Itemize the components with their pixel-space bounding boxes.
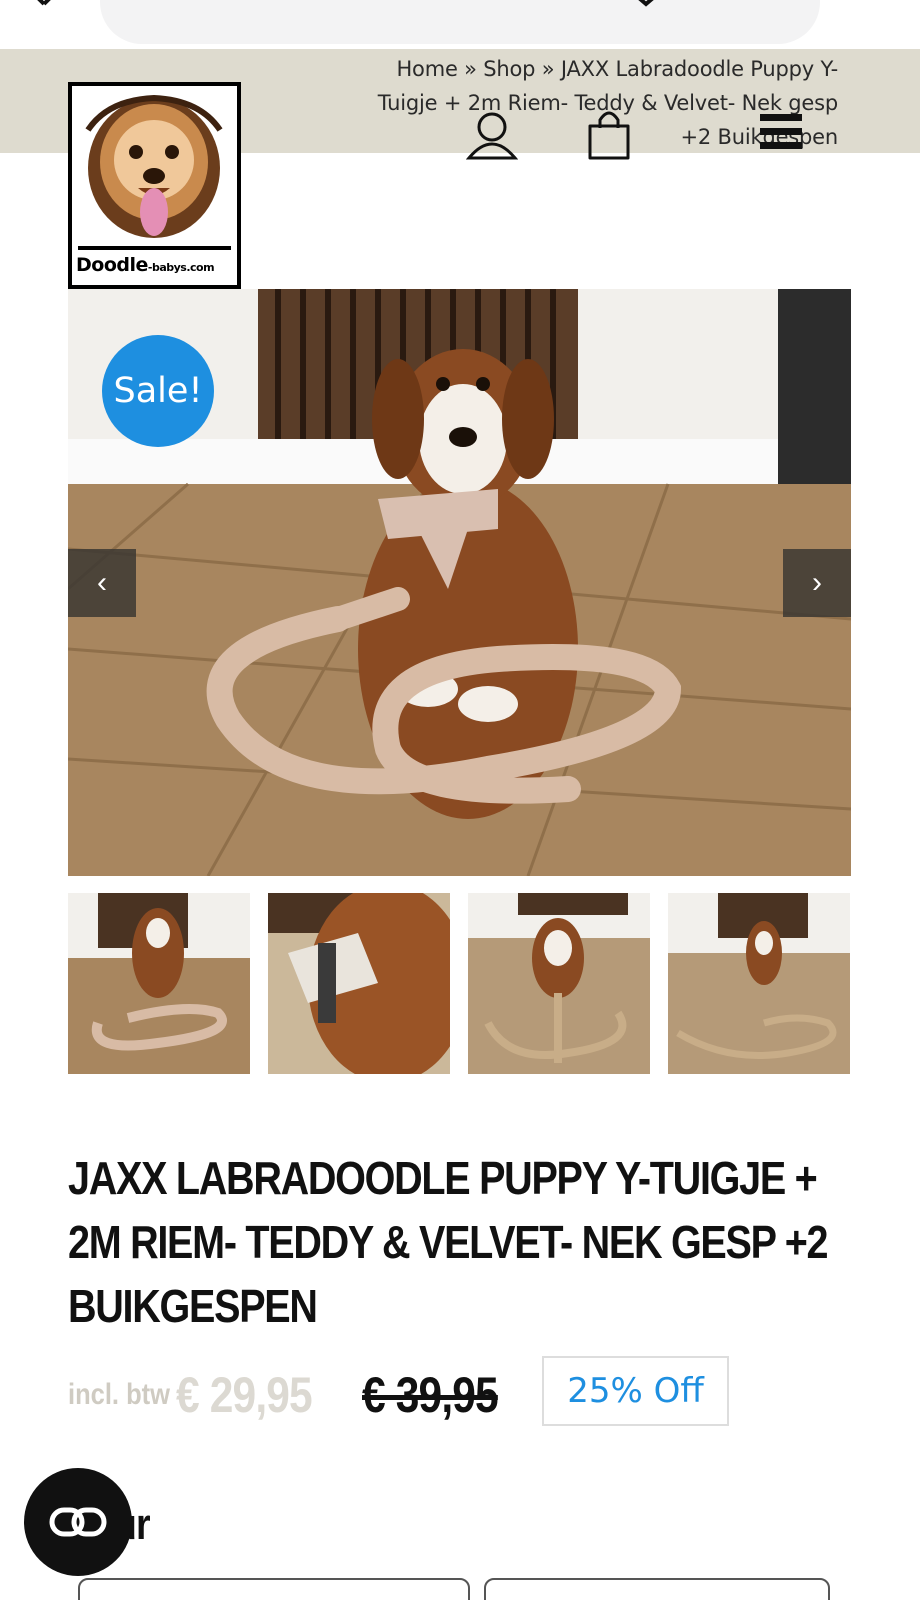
logo-divider: [78, 246, 231, 250]
thumbnail-strip: [68, 893, 851, 1074]
thumbnail-3[interactable]: [468, 893, 650, 1074]
product-title: JAXX LABRADOODLE PUPPY Y-TUIGJE + 2M RIE…: [68, 1152, 829, 1332]
gallery-next-button[interactable]: ›: [783, 549, 851, 617]
close-icon[interactable]: [30, 0, 66, 10]
site-logo[interactable]: Doodle-babys.com: [68, 82, 241, 289]
top-bar: [0, 0, 920, 50]
bag-top-icon[interactable]: [736, 0, 772, 10]
price-tax-label: incl. btw: [68, 1378, 170, 1411]
sale-badge: Sale!: [102, 335, 214, 447]
color-select[interactable]: [484, 1578, 830, 1600]
price-row: incl. btw € 29,95 € 39,95 25% Off: [68, 1356, 858, 1428]
chevron-down-icon: ⌄: [338, 1586, 357, 1600]
wishlist-icon[interactable]: [628, 0, 664, 10]
thumbnail-4[interactable]: [668, 893, 850, 1074]
logo-domain: -babys.com: [147, 261, 215, 274]
menu-icon[interactable]: [760, 114, 802, 150]
chat-widget-button[interactable]: [24, 1468, 132, 1576]
logo-brand: Doodle: [76, 254, 148, 276]
size-select[interactable]: ⌄: [78, 1578, 470, 1600]
gallery-prev-button[interactable]: ‹: [68, 549, 136, 617]
price-old: € 39,95: [362, 1367, 499, 1423]
thumbnail-2[interactable]: [268, 893, 450, 1074]
doodle-dog-logo-icon: [78, 90, 231, 246]
logo-wordmark: Doodle-babys.com: [76, 254, 215, 276]
price-current: € 29,95: [176, 1367, 313, 1423]
chat-link-icon: [49, 1507, 107, 1537]
cart-icon[interactable]: [586, 108, 632, 160]
search-bar[interactable]: [100, 0, 820, 44]
thumbnail-1[interactable]: [68, 893, 250, 1074]
product-gallery[interactable]: Sale! ‹ ›: [68, 289, 851, 876]
discount-badge: 25% Off: [542, 1356, 729, 1426]
account-icon[interactable]: [465, 110, 519, 160]
